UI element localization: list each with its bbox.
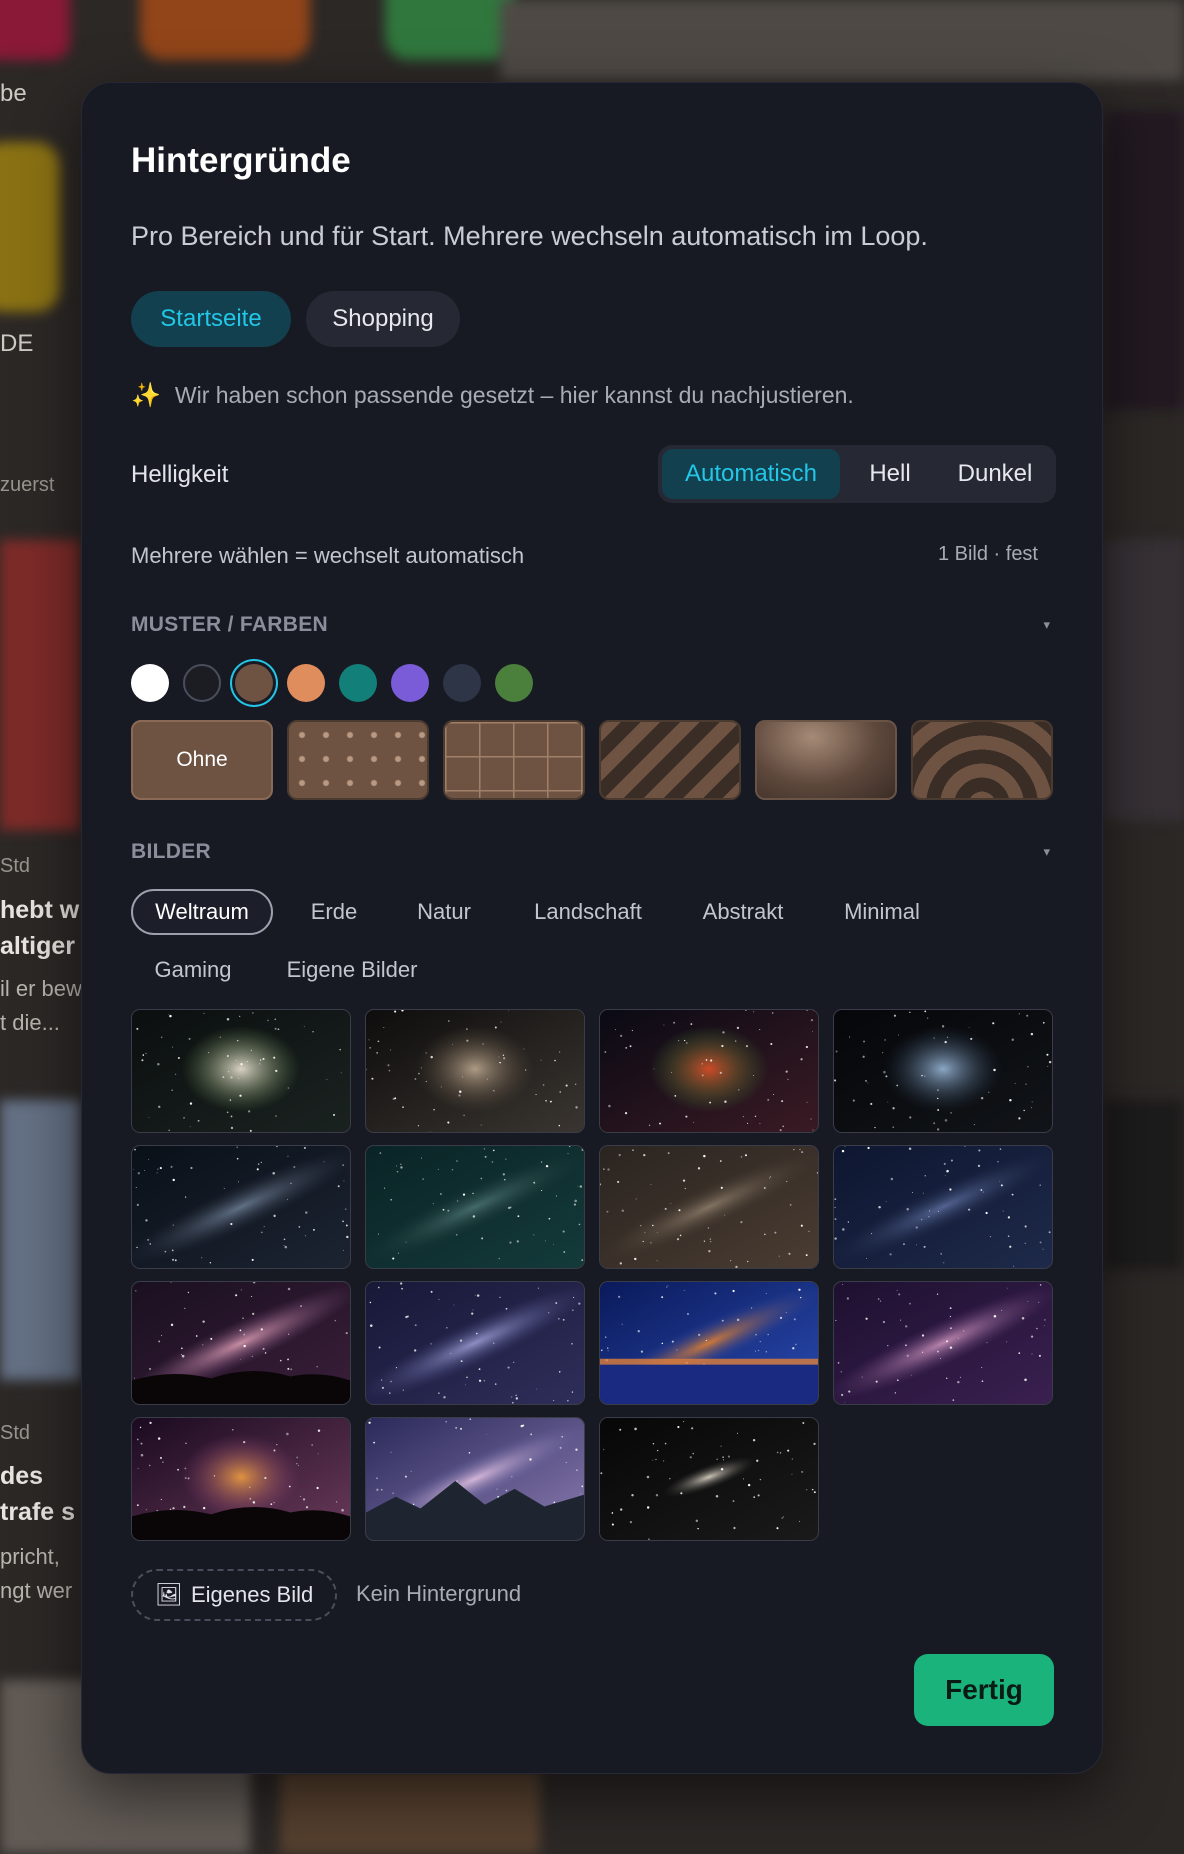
patterns-collapse-icon[interactable]: ▾ [1043,617,1050,633]
color-swatch[interactable] [131,664,169,702]
space-image-thumbnail[interactable] [833,1145,1053,1269]
pattern-stripes[interactable] [599,720,741,800]
pattern-grid[interactable] [443,720,585,800]
space-image-thumbnail[interactable] [599,1281,819,1405]
images-section-title: BILDER [131,840,211,863]
color-swatch[interactable] [183,664,221,702]
space-image-thumbnail[interactable] [833,1281,1053,1405]
category-abstrakt[interactable]: Abstrakt [678,889,808,935]
space-image-thumbnail[interactable] [131,1009,351,1133]
multi-select-hint: Mehrere wählen = wechselt automatisch [131,543,525,568]
brightness-segmented-control: Automatisch Hell Dunkel [658,445,1056,503]
patterns-section-title: MUSTER / FARBEN [131,613,329,636]
bg-snippet: zuerst [0,474,55,496]
category-landschaft[interactable]: Landschaft [504,889,672,935]
space-image-thumbnail[interactable] [833,1009,1053,1133]
bg-snippet: t die... [0,1010,60,1035]
category-gaming[interactable]: Gaming [131,947,255,993]
picture-frame-icon: 🖼 [155,1582,183,1607]
pattern-dots[interactable] [287,720,429,800]
color-swatch[interactable] [391,664,429,702]
space-image-thumbnail[interactable] [599,1009,819,1133]
brightness-option-dark[interactable]: Dunkel [940,449,1050,499]
brightness-option-auto[interactable]: Automatisch [662,449,840,499]
tab-startseite[interactable]: Startseite [131,291,291,347]
pattern-ohne-label: Ohne [176,748,228,771]
color-swatch[interactable] [287,664,325,702]
upload-own-image-label: Eigenes Bild [190,1582,314,1607]
upload-own-image-button[interactable]: 🖼 Eigenes Bild [131,1569,338,1621]
backgrounds-modal: Hintergründe Pro Bereich und für Start. … [81,82,1103,1774]
modal-subtitle: Pro Bereich und für Start. Mehrere wechs… [131,221,928,251]
color-swatch[interactable] [443,664,481,702]
bg-snippet: Std [0,1422,31,1444]
modal-title: Hintergründe [131,141,351,180]
category-eigene-bilder[interactable]: Eigene Bilder [266,947,438,993]
space-image-thumbnail[interactable] [599,1417,819,1541]
pattern-waves[interactable] [911,720,1053,800]
color-swatch[interactable] [339,664,377,702]
color-swatch[interactable] [495,664,533,702]
bg-snippet: pricht, [0,1544,60,1569]
hint-row: ✨ Wir haben schon passende gesetzt – hie… [131,381,854,410]
category-minimal[interactable]: Minimal [818,889,946,935]
bg-snippet: il er bew [0,976,82,1001]
space-image-thumbnail[interactable] [131,1417,351,1541]
space-image-thumbnail[interactable] [131,1145,351,1269]
pattern-gradient[interactable] [755,720,897,800]
category-weltraum[interactable]: Weltraum [131,889,273,935]
bg-snippet: be [0,80,27,107]
space-image-thumbnail[interactable] [365,1009,585,1133]
tab-shopping[interactable]: Shopping [306,291,460,347]
selection-count: 1 Bild · fest [937,543,1038,565]
no-background-button[interactable]: Kein Hintergrund [356,1581,521,1607]
bg-snippet: hebt w [0,896,80,924]
brightness-option-light[interactable]: Hell [848,449,932,499]
color-swatch[interactable] [235,664,273,702]
space-image-thumbnail[interactable] [365,1417,585,1541]
hint-text: Wir haben schon passende gesetzt – hier … [174,382,854,408]
bg-snippet: ngt wer [0,1578,73,1603]
category-natur[interactable]: Natur [392,889,496,935]
space-image-thumbnail[interactable] [599,1145,819,1269]
bg-snippet: Std [0,855,31,877]
space-image-thumbnail[interactable] [131,1281,351,1405]
space-image-thumbnail[interactable] [365,1145,585,1269]
bg-snippet: trafe s [0,1498,76,1526]
images-collapse-icon[interactable]: ▾ [1043,844,1050,860]
space-image-thumbnail[interactable] [365,1281,585,1405]
pattern-ohne[interactable]: Ohne [131,720,273,800]
done-button[interactable]: Fertig [914,1654,1054,1726]
bg-snippet: des [0,1462,44,1490]
sparkle-icon: ✨ [131,382,161,409]
brightness-label: Helligkeit [131,461,229,488]
bg-snippet: DE [0,330,34,357]
category-erde[interactable]: Erde [284,889,384,935]
